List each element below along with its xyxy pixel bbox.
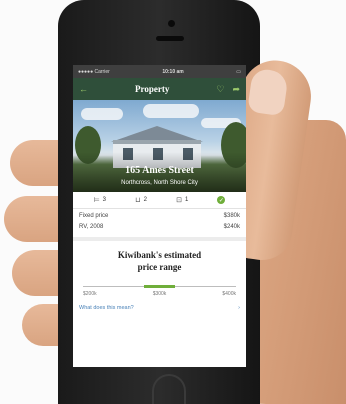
price-label: Fixed price [79, 213, 109, 219]
check-icon: ✓ [217, 196, 226, 204]
range-label-mid: $300k [152, 291, 167, 297]
price-details: Fixed price $380k RV, 2008 $240k [73, 209, 246, 237]
page-title: Property [135, 84, 170, 94]
property-suburb: Northcross, North Shore City [121, 180, 198, 186]
property-address: 165 Ames Street [125, 165, 194, 176]
price-value: $240k [223, 224, 240, 230]
carrier-label: ●●●●● Carrier [78, 68, 110, 75]
feature-bathrooms: ⊔ 2 [135, 196, 147, 204]
front-camera [168, 20, 175, 27]
car-icon: ⊡ [176, 197, 182, 204]
status-time: 10:10 am [162, 68, 184, 75]
property-photo: 165 Ames Street Northcross, North Shore … [73, 100, 246, 192]
price-row: Fixed price $380k [79, 211, 240, 222]
arrow-left-icon[interactable]: ← [79, 84, 88, 94]
feature-parking: ⊡ 1 [176, 196, 188, 204]
heart-icon[interactable]: ♡ [216, 84, 224, 95]
cloud [81, 108, 123, 120]
phone-screen: ●●●●● Carrier 10:10 am ▭ ← Property ♡ ➦ [73, 65, 246, 367]
bathrooms-count: 2 [143, 197, 147, 203]
price-label: RV, 2008 [79, 224, 104, 230]
parking-count: 1 [184, 197, 189, 203]
bath-icon: ⊔ [135, 197, 141, 204]
price-range-bar: $200k $300k $400k [83, 283, 236, 299]
bedrooms-count: 3 [102, 197, 107, 203]
link-label: What does this mean? [79, 305, 134, 311]
cloud [143, 104, 199, 118]
property-features: ⊨ 3 ⊔ 2 ⊡ 1 ✓ [73, 192, 246, 209]
bed-icon: ⊨ [93, 197, 100, 204]
range-label-high: $400k [222, 291, 236, 297]
range-fill [144, 285, 175, 288]
what-does-this-mean-link[interactable]: What does this mean? › [73, 299, 246, 311]
chevron-right-icon: › [238, 305, 240, 311]
earpiece-speaker [156, 36, 184, 41]
price-value: $380k [223, 213, 240, 219]
estimate-title-line2: price range [137, 262, 182, 272]
status-bar: ●●●●● Carrier 10:10 am ▭ [73, 65, 246, 78]
share-icon[interactable]: ➦ [232, 84, 240, 95]
photo-scene: ●●●●● Carrier 10:10 am ▭ ← Property ♡ ➦ [0, 0, 346, 404]
nav-bar: ← Property ♡ ➦ [73, 78, 246, 100]
range-label-low: $200k [83, 291, 97, 297]
price-row: RV, 2008 $240k [79, 222, 240, 233]
home-button[interactable] [152, 374, 186, 404]
house-veranda [113, 140, 201, 144]
feature-bedrooms: ⊨ 3 [94, 196, 106, 204]
estimate-title-line1: Kiwibank's estimated [117, 250, 202, 260]
estimate-section: Kiwibank's estimated price range $200k $… [73, 241, 246, 299]
battery-icon: ▭ [236, 68, 241, 75]
